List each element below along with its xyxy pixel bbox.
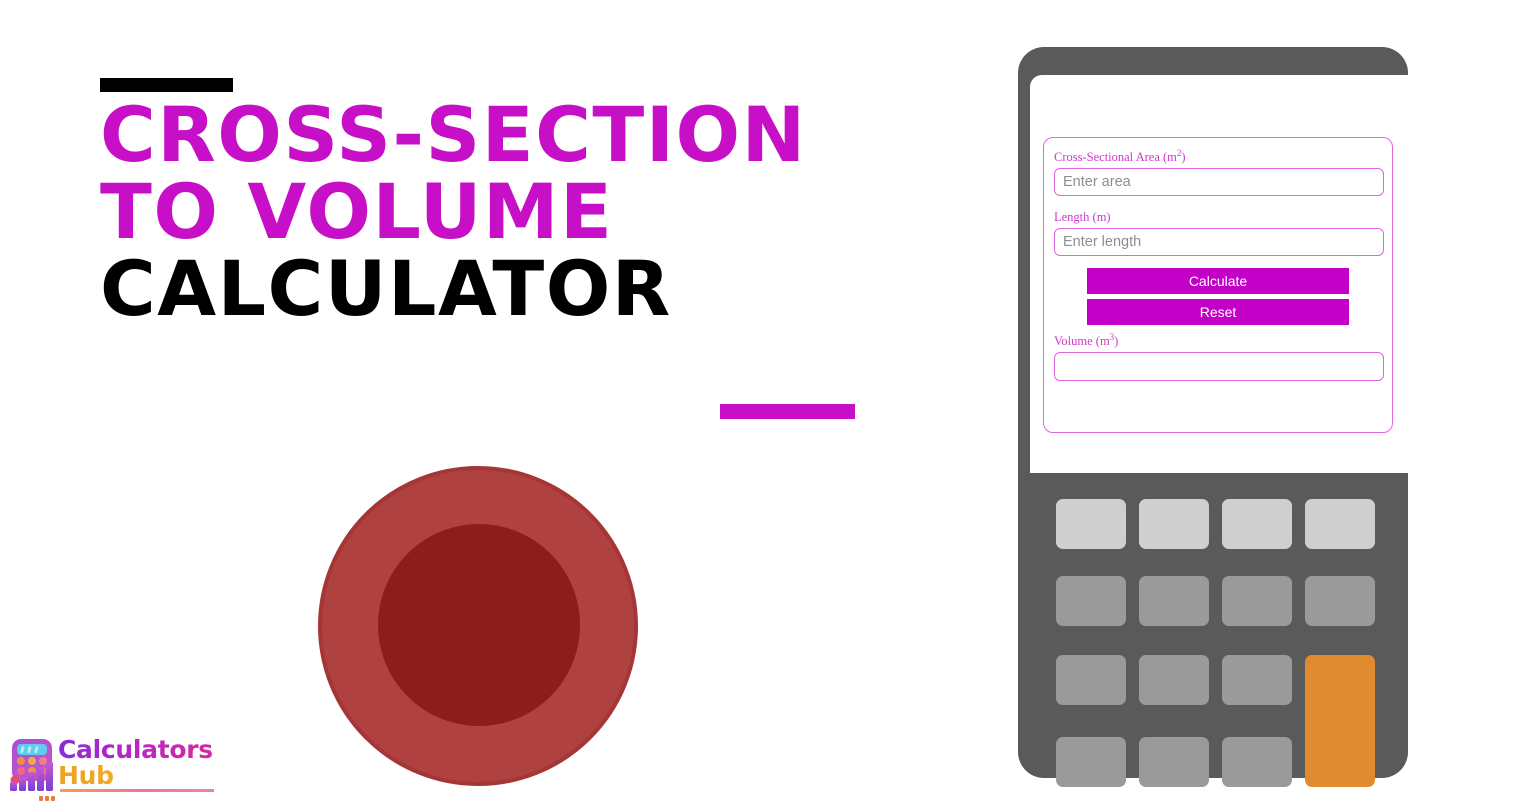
keypad-key-r1c1[interactable] (1056, 499, 1126, 549)
page-title-line-1: Cross-Section (100, 90, 807, 179)
title-accent-bar-bottom (720, 404, 855, 419)
page-title: Cross-Section to Volume Calculator (100, 96, 980, 327)
area-field-label: Cross-Sectional Area (m2) (1054, 148, 1186, 165)
keypad-key-r2c1[interactable] (1056, 576, 1126, 626)
logo-underline-dots (39, 788, 59, 801)
volume-result-output[interactable] (1054, 352, 1384, 382)
calculator-device: Cross-Sectional Area (m2) Length (m) Cal… (1018, 47, 1408, 787)
keypad-key-equals-tall[interactable] (1305, 655, 1375, 787)
cross-section-inner-circle (378, 524, 580, 726)
keypad-key-r1c2[interactable] (1139, 499, 1209, 549)
keypad-key-r4c2[interactable] (1139, 737, 1209, 787)
area-input[interactable] (1054, 168, 1384, 197)
page-title-line-2: to Volume (100, 167, 614, 256)
logo-word-hub: Hub (58, 763, 218, 789)
length-input[interactable] (1054, 228, 1384, 257)
logo-word-calculators: Calculators (58, 737, 218, 763)
calculator-keypad (1056, 499, 1376, 797)
logo-wordmark: Calculators Hub (58, 737, 218, 789)
keypad-key-r3c2[interactable] (1139, 655, 1209, 705)
length-field-label: Length (m) (1054, 210, 1111, 225)
calculator-screen: Cross-Sectional Area (m2) Length (m) Cal… (1030, 75, 1408, 473)
hero-panel: Cross-Section to Volume Calculator (0, 0, 1010, 801)
keypad-key-r1c3[interactable] (1222, 499, 1292, 549)
calculators-hub-logo[interactable]: Calculators Hub (6, 736, 218, 801)
page-title-line-3: Calculator (100, 244, 672, 333)
calculator-bars-logo-icon (10, 739, 53, 791)
volume-result-label: Volume (m3) (1054, 332, 1119, 349)
calculate-button[interactable]: Calculate (1087, 268, 1349, 295)
logo-underline-bar (60, 789, 214, 792)
keypad-key-r2c2[interactable] (1139, 576, 1209, 626)
reset-button[interactable]: Reset (1087, 299, 1349, 326)
keypad-key-r4c3[interactable] (1222, 737, 1292, 787)
keypad-key-r3c1[interactable] (1056, 655, 1126, 705)
keypad-key-r3c3[interactable] (1222, 655, 1292, 705)
keypad-key-r2c3[interactable] (1222, 576, 1292, 626)
cross-section-illustration (318, 466, 638, 786)
cross-section-to-volume-form: Cross-Sectional Area (m2) Length (m) Cal… (1043, 137, 1393, 433)
keypad-key-r2c4[interactable] (1305, 576, 1375, 626)
keypad-key-r4c1[interactable] (1056, 737, 1126, 787)
keypad-key-r1c4[interactable] (1305, 499, 1375, 549)
